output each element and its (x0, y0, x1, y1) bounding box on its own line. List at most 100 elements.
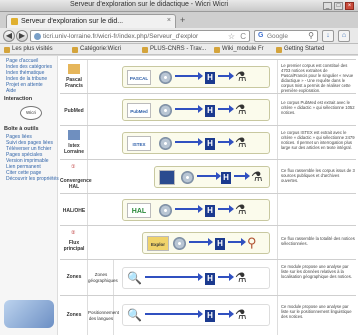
explore-icon: ⚲ (247, 235, 257, 250)
sidebar: Page d'accueil Index des catégories Inde… (0, 56, 59, 335)
explore-icon: ⚗ (235, 102, 247, 117)
browser-tab[interactable]: Serveur d'exploration sur le did... × (6, 14, 176, 28)
arrow-icon (175, 205, 203, 213)
pipeline-diagram[interactable]: ISTEX H ⚗ (122, 132, 270, 154)
table-row: Zones Zones géographiques 🔍 H ⚗ Ce modul… (60, 259, 356, 295)
arrow-icon (145, 273, 203, 281)
window-controls: _ □ × (323, 2, 354, 10)
h-box-icon: H (205, 310, 215, 322)
globe-icon (34, 33, 41, 40)
explore-icon: ⚗ (235, 135, 247, 150)
row-description: Ce flux rassemble les corpus issus de 3 … (281, 168, 355, 183)
row-sublabel: Zones géographiques (88, 272, 118, 283)
forward-button[interactable]: ▶ (16, 30, 28, 42)
source-box: PubMed (127, 103, 151, 118)
pipeline-diagram[interactable]: 🔍 H ⚗ (122, 267, 270, 289)
window-title: Serveur d'exploration sur le didactique … (70, 1, 229, 8)
page-content: Page d'accueil Index des catégories Inde… (0, 56, 358, 335)
search-input[interactable]: G Google ⚲ (254, 30, 318, 42)
pipeline-diagram[interactable]: 🔍 H ⚗ (122, 304, 270, 326)
step-badge: ① (71, 164, 76, 170)
stack-icon (159, 170, 175, 185)
sidebar-item[interactable]: Aide (6, 88, 16, 94)
disc-icon (159, 104, 172, 117)
arrow-icon (218, 205, 234, 213)
h-box-icon: H (205, 138, 215, 150)
minimize-button[interactable]: _ (323, 2, 332, 10)
address-bar[interactable]: ticri.univ-lorraine.fr/wicri-fr/index.ph… (30, 30, 250, 42)
reload-icon[interactable]: C (240, 32, 246, 41)
back-button[interactable]: ◀ (3, 30, 15, 42)
tab-bar: Serveur d'exploration sur le did... × + (0, 12, 358, 28)
sidebar-heading: Boîte à outils (4, 126, 39, 132)
close-tab-icon[interactable]: × (167, 17, 171, 24)
search-icon[interactable]: ⚲ (308, 31, 314, 40)
table-row: HAL/OHE HAL H ⚗ (60, 193, 356, 225)
row-description: Le premier corpus est constitué des 4703… (281, 63, 354, 93)
table-row: Zones Positionnement des langues 🔍 H ⚗ C… (60, 295, 356, 335)
bookmarks-bar: Les plus visités Catégorie:Wicri PLUS-CN… (0, 44, 358, 55)
wicri-logo (4, 300, 54, 328)
wicri-seal: Wicri (20, 106, 42, 120)
magnifier-icon: 🔍 (127, 308, 142, 322)
row-label: Convergence HAL (60, 178, 92, 190)
h-box-icon: H (205, 105, 215, 117)
new-tab-button[interactable]: + (180, 15, 185, 25)
bookmark-item[interactable]: Catégorie:Wicri (72, 46, 121, 53)
bookmark-item[interactable]: PLUS-CNRS - Trav... (142, 46, 206, 53)
row-description: Ce module propose une analyse par liste … (281, 264, 353, 279)
home-icon[interactable]: ⌂ (338, 30, 350, 42)
source-box: HAL (127, 203, 151, 218)
disc-icon (181, 171, 194, 184)
row-description: Le corpus PubMed est extrait avec le cri… (281, 100, 355, 115)
h-box-icon: H (205, 72, 215, 84)
table-row: PubMed PubMed H ⚗ Le corpus PubMed est e… (60, 93, 356, 125)
arrow-icon (218, 138, 234, 146)
disc-icon (159, 204, 172, 217)
magnifier-icon: 🔍 (127, 271, 142, 285)
arrow-icon (218, 273, 234, 281)
favicon-icon (11, 18, 18, 25)
navigation-bar: ◀ ▶ ticri.univ-lorraine.fr/wicri-fr/inde… (0, 28, 358, 44)
downloads-icon[interactable]: ↓ (322, 30, 334, 42)
explore-icon: ⚗ (251, 169, 263, 184)
arrow-icon (197, 172, 221, 180)
pascal-francis-icon (68, 64, 80, 74)
pipeline-diagram[interactable]: Explor H ⚲ (142, 232, 270, 254)
explore-icon: ⚗ (235, 69, 247, 84)
explor-box: Explor (147, 236, 169, 251)
pipeline-diagram[interactable]: HAL H ⚗ (122, 199, 270, 221)
istex-icon (68, 130, 80, 140)
close-window-button[interactable]: × (345, 2, 354, 10)
maximize-button[interactable]: □ (334, 2, 343, 10)
arrow-icon (218, 105, 234, 113)
explore-icon: ⚗ (235, 307, 247, 322)
arrow-icon (234, 172, 250, 180)
row-label: HAL/OHE (62, 208, 86, 214)
disc-icon (159, 137, 172, 150)
h-box-icon: H (215, 238, 225, 250)
arrow-icon (175, 105, 203, 113)
search-placeholder: Google (267, 33, 288, 40)
arrow-icon (228, 238, 246, 246)
bookmark-item[interactable]: Getting Started (276, 46, 324, 53)
sidebar-item[interactable]: Découvrir les propriétés (6, 176, 59, 182)
source-box: PASCAL (127, 70, 151, 85)
row-label: Zones (66, 274, 82, 280)
table-row: ② Flux principal Explor H ⚲ Ce flux rass… (60, 225, 356, 259)
bookmark-item[interactable]: Wiki_module Fr (214, 46, 264, 53)
bookmark-star-icon[interactable]: ☆ (228, 32, 235, 41)
pipeline-diagram[interactable]: PubMed H ⚗ (122, 99, 270, 121)
sidebar-heading: Interaction (4, 96, 33, 102)
arrow-icon (145, 310, 203, 318)
h-box-icon: H (221, 172, 231, 184)
disc-icon (159, 71, 172, 84)
url-text: ticri.univ-lorraine.fr/wicri-fr/index.ph… (43, 33, 199, 40)
arrow-icon (218, 310, 234, 318)
pipeline-diagram[interactable]: PASCAL H ⚗ (122, 66, 270, 88)
pipeline-diagram[interactable]: H ⚗ (154, 166, 270, 188)
h-box-icon: H (205, 205, 215, 217)
window-titlebar: Serveur d'exploration sur le didactique … (0, 0, 358, 12)
row-description: Ce flux rassemble la totalité des notice… (281, 236, 355, 246)
bookmark-item[interactable]: Les plus visités (4, 46, 53, 53)
